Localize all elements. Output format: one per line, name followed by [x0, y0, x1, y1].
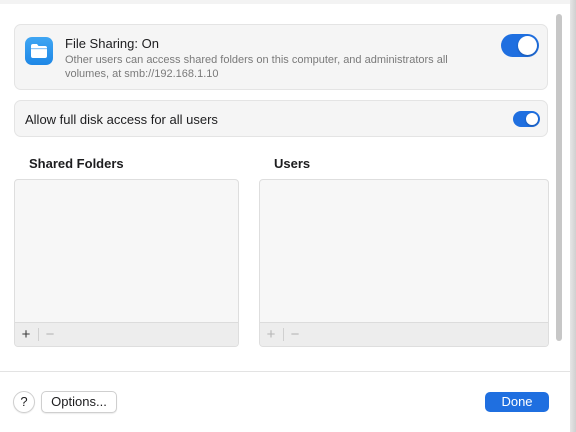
shared-folders-heading: Shared Folders [29, 156, 124, 171]
shared-folders-list[interactable]: + − [14, 179, 239, 347]
scrollbar[interactable] [556, 14, 562, 341]
remove-user-button[interactable]: − [284, 323, 306, 346]
help-button[interactable]: ? [13, 391, 35, 413]
done-button[interactable]: Done [485, 392, 549, 412]
file-sharing-toggle[interactable] [501, 34, 539, 57]
users-list-footer: + − [260, 322, 548, 346]
full-disk-access-card: Allow full disk access for all users [14, 100, 548, 137]
file-sharing-card: File Sharing: On Other users can access … [14, 24, 548, 90]
remove-shared-folder-button[interactable]: − [39, 323, 61, 346]
full-disk-access-toggle[interactable] [513, 111, 540, 127]
full-disk-access-label: Allow full disk access for all users [25, 112, 218, 127]
file-sharing-description: Other users can access shared folders on… [65, 54, 448, 80]
window-top-edge [0, 0, 570, 4]
users-list[interactable]: + − [259, 179, 549, 347]
users-heading: Users [274, 156, 311, 171]
file-sharing-title: File Sharing: On [65, 36, 159, 51]
window-edge [570, 0, 576, 432]
toggle-knob [518, 36, 537, 55]
folder-icon [25, 37, 53, 65]
footer-divider [0, 371, 570, 372]
shared-folders-list-footer: + − [15, 322, 238, 346]
toggle-knob [526, 113, 538, 125]
add-shared-folder-button[interactable]: + [15, 323, 37, 346]
add-user-button[interactable]: + [260, 323, 282, 346]
options-button[interactable]: Options... [41, 391, 117, 413]
